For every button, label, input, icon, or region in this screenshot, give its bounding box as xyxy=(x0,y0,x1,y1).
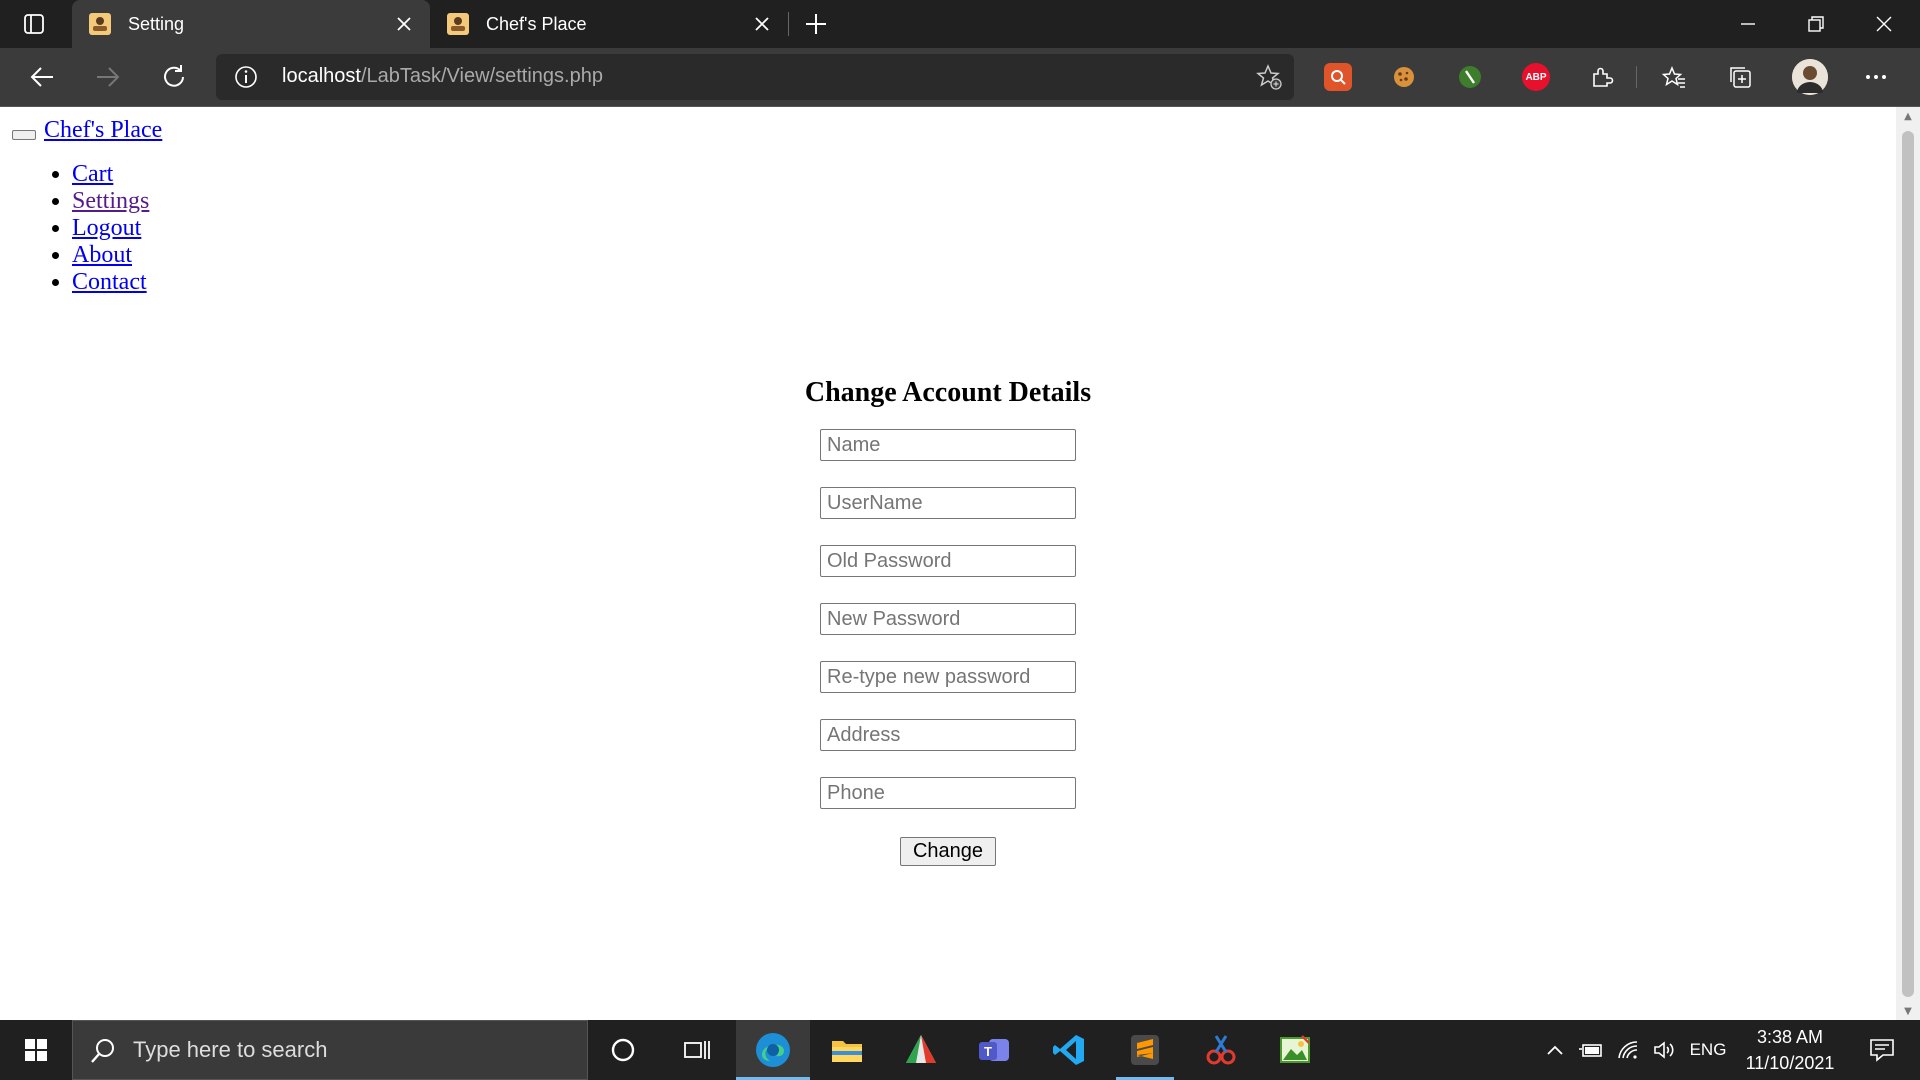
close-tab-icon[interactable] xyxy=(750,12,774,36)
notifications-icon[interactable] xyxy=(1852,1020,1912,1080)
scroll-down-arrow-icon[interactable]: ▼ xyxy=(1902,1006,1914,1018)
username-field[interactable] xyxy=(820,487,1076,519)
restore-button[interactable] xyxy=(1792,6,1840,42)
tab-actions-icon[interactable] xyxy=(18,10,50,38)
chef-favicon-icon xyxy=(446,12,470,36)
file-explorer-icon[interactable] xyxy=(810,1020,884,1080)
teams-icon[interactable]: T xyxy=(958,1020,1032,1080)
wifi-icon[interactable] xyxy=(1612,1020,1646,1080)
new-tab-button[interactable] xyxy=(800,10,832,38)
scroll-up-arrow-icon[interactable]: ▲ xyxy=(1902,111,1914,123)
task-view-icon[interactable] xyxy=(660,1020,734,1080)
phone-field[interactable] xyxy=(820,777,1076,809)
forward-button[interactable] xyxy=(88,57,128,97)
volume-icon[interactable] xyxy=(1648,1020,1682,1080)
system-clock[interactable]: 3:38 AM 11/10/2021 xyxy=(1730,1024,1850,1076)
cortana-icon[interactable] xyxy=(586,1020,660,1080)
clock-time: 3:38 AM xyxy=(1756,1027,1824,1047)
browser-tab-strip: Setting Chef's Place xyxy=(0,0,1920,48)
profile-avatar[interactable] xyxy=(1792,59,1828,95)
brand-link[interactable]: Chef's Place xyxy=(44,117,162,144)
nav-link-settings[interactable]: Settings xyxy=(72,188,149,214)
navbar-brand-row: Chef's Place xyxy=(12,117,162,144)
navbar-toggler-button[interactable] xyxy=(12,129,36,140)
close-tab-icon[interactable] xyxy=(392,12,416,36)
add-favorite-icon[interactable] xyxy=(1256,64,1282,90)
more-menu-icon[interactable] xyxy=(1862,63,1890,91)
name-field[interactable] xyxy=(820,429,1076,461)
favorites-icon[interactable] xyxy=(1660,63,1688,91)
url-path: /LabTask/View/settings.php xyxy=(360,65,603,87)
nav-link-contact[interactable]: Contact xyxy=(72,269,147,295)
adblock-label: ABP xyxy=(1525,71,1547,83)
back-button[interactable] xyxy=(22,57,62,97)
nav-list: Cart Settings Logout About Contact xyxy=(32,161,149,296)
language-indicator[interactable]: ENG xyxy=(1686,1020,1730,1080)
chef-favicon-icon xyxy=(88,12,112,36)
tab-chefs-place[interactable]: Chef's Place xyxy=(430,0,788,48)
page-scrollbar[interactable]: ▲ ▼ xyxy=(1896,107,1920,1020)
sublime-text-icon[interactable] xyxy=(1108,1020,1182,1080)
app-red-green-icon[interactable] xyxy=(884,1020,958,1080)
address-field[interactable] xyxy=(820,719,1076,751)
scrollbar-thumb[interactable] xyxy=(1902,131,1914,997)
page-viewport: Chef's Place Cart Settings Logout About … xyxy=(0,107,1896,1020)
nav-item: Cart xyxy=(72,161,149,188)
collections-icon[interactable] xyxy=(1726,63,1754,91)
toolbar-divider xyxy=(1636,66,1637,88)
show-hidden-icons[interactable] xyxy=(1540,1020,1570,1080)
adblock-plus-extension-icon[interactable]: ABP xyxy=(1522,63,1550,91)
old-password-field[interactable] xyxy=(820,545,1076,577)
extensions-icon[interactable] xyxy=(1588,63,1616,91)
image-editor-icon[interactable] xyxy=(1258,1020,1332,1080)
retype-password-field[interactable] xyxy=(820,661,1076,693)
nav-item: Logout xyxy=(72,215,149,242)
nav-item: About xyxy=(72,242,149,269)
url-text[interactable]: localhost/LabTask/View/settings.php xyxy=(282,65,603,88)
snipping-tool-icon[interactable] xyxy=(1184,1020,1258,1080)
nav-link-about[interactable]: About xyxy=(72,242,132,268)
nav-link-logout[interactable]: Logout xyxy=(72,215,141,241)
form-title: Change Account Details xyxy=(804,377,1092,408)
start-button[interactable] xyxy=(0,1020,72,1080)
vscode-icon[interactable] xyxy=(1032,1020,1106,1080)
clock-date: 11/10/2021 xyxy=(1745,1053,1835,1073)
nav-link-cart[interactable]: Cart xyxy=(72,161,113,187)
minimize-button[interactable] xyxy=(1724,6,1772,42)
tab-label: Chef's Place xyxy=(486,13,587,34)
browser-toolbar: localhost/LabTask/View/settings.php ABP xyxy=(0,48,1920,107)
search-icon xyxy=(89,1037,117,1065)
tab-label: Setting xyxy=(128,13,185,34)
address-bar[interactable]: localhost/LabTask/View/settings.php xyxy=(216,54,1294,100)
search-extension-icon[interactable] xyxy=(1324,63,1352,91)
url-host: localhost xyxy=(282,65,361,87)
edge-taskbar-icon[interactable] xyxy=(736,1020,810,1080)
tab-setting[interactable]: Setting xyxy=(72,0,430,48)
search-placeholder: Type here to search xyxy=(133,1037,328,1062)
refresh-button[interactable] xyxy=(154,57,194,97)
svg-text:T: T xyxy=(984,1044,992,1059)
site-info-icon[interactable] xyxy=(234,65,258,89)
green-extension-icon[interactable] xyxy=(1456,63,1484,91)
tab-divider xyxy=(788,12,789,36)
cookie-extension-icon[interactable] xyxy=(1390,63,1418,91)
close-window-button[interactable] xyxy=(1860,6,1908,42)
change-button[interactable]: Change xyxy=(899,837,997,866)
nav-item: Contact xyxy=(72,269,149,296)
account-form: Change Account Details Change xyxy=(0,377,1896,866)
battery-icon[interactable] xyxy=(1574,1020,1608,1080)
taskbar-search-box[interactable]: Type here to search xyxy=(72,1020,588,1080)
new-password-field[interactable] xyxy=(820,603,1076,635)
nav-item: Settings xyxy=(72,188,149,215)
windows-taskbar: Type here to search T ENG 3:38 AM 11/10/… xyxy=(0,1020,1920,1080)
